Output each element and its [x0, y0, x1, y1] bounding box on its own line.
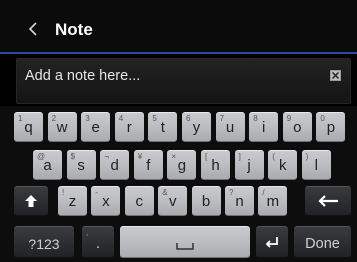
enter-key[interactable] — [256, 226, 288, 258]
key-j[interactable]: ] j — [234, 150, 264, 180]
key-c[interactable]: c — [124, 186, 154, 216]
key-label: r — [126, 119, 132, 136]
key-label: n — [235, 193, 244, 210]
key-label: x — [102, 193, 110, 210]
key-label: z — [68, 193, 77, 210]
key-h[interactable]: [h — [201, 150, 230, 180]
key-s[interactable]: $ s — [66, 150, 96, 180]
done-key[interactable]: Done — [294, 226, 351, 258]
key-g[interactable]: × g — [167, 150, 197, 180]
key-d[interactable]: ¬ d — [100, 150, 130, 180]
key-n[interactable]: ? n — [225, 186, 254, 216]
key-label: w — [56, 119, 68, 136]
key-label: j — [247, 157, 251, 174]
key-t[interactable]: 5t — [148, 112, 178, 142]
key-p[interactable]: 0p — [316, 112, 346, 142]
key-label: o — [293, 119, 302, 136]
key-label: l — [314, 157, 318, 174]
period-key[interactable]: , . — [82, 226, 114, 258]
page-title: Note — [55, 20, 93, 39]
key-label: u — [225, 119, 235, 136]
key-b[interactable]: b — [191, 186, 221, 216]
key-label: g — [177, 157, 187, 174]
numbers-key-label: ?123 — [28, 236, 60, 252]
key-w[interactable]: 2w — [47, 112, 77, 142]
chevron-left-icon[interactable] — [25, 18, 41, 40]
key-i[interactable]: 8i — [249, 112, 279, 142]
note-input[interactable] — [25, 64, 325, 88]
numbers-key[interactable]: ?123 — [14, 226, 74, 258]
key-label: q — [24, 119, 33, 136]
key-label: s — [77, 157, 85, 174]
key-k[interactable]: (k — [268, 150, 298, 180]
header-bar: Note — [0, 0, 357, 54]
key-e[interactable]: 3e — [81, 112, 111, 142]
shift-key[interactable] — [14, 186, 48, 216]
key-label: t — [160, 119, 165, 136]
space-key[interactable] — [120, 226, 250, 258]
key-x[interactable]: -x — [91, 186, 121, 216]
key-label: b — [201, 193, 211, 210]
key-u[interactable]: 7u — [215, 112, 245, 142]
key-label: k — [278, 157, 287, 174]
key-label: d — [110, 157, 119, 174]
done-key-label: Done — [305, 236, 340, 252]
key-l[interactable]: ) l — [301, 150, 331, 180]
key-q[interactable]: 1q — [14, 112, 43, 142]
header-divider — [0, 52, 357, 54]
key-label: v — [168, 193, 177, 210]
key-label: a — [43, 157, 52, 174]
key-y[interactable]: 6y — [182, 112, 211, 142]
key-f[interactable]: ¥ f — [133, 150, 163, 180]
note-field[interactable] — [16, 58, 351, 104]
backspace-key[interactable] — [305, 186, 351, 216]
on-screen-keyboard: 1q2w3e4r5t6y7u8i9o0p @ a $ s ¬ d ¥ f × g[h] j(k) l … — [0, 106, 357, 262]
key-label: c — [135, 193, 144, 210]
period-key-label: . — [95, 235, 101, 252]
key-label: y — [192, 119, 201, 136]
close-box-icon[interactable] — [330, 68, 341, 81]
key-label: m — [266, 193, 280, 210]
key-a[interactable]: @ a — [33, 150, 62, 180]
key-label: h — [211, 157, 220, 174]
key-v[interactable]: & v — [158, 186, 188, 216]
key-m[interactable]: / m — [258, 186, 288, 216]
key-r[interactable]: 4r — [114, 112, 144, 142]
key-label: e — [91, 119, 100, 136]
key-label: i — [262, 119, 266, 136]
key-label: f — [146, 157, 151, 174]
key-o[interactable]: 9o — [282, 112, 312, 142]
key-z[interactable]: ! z — [58, 186, 87, 216]
key-label: p — [326, 119, 336, 136]
